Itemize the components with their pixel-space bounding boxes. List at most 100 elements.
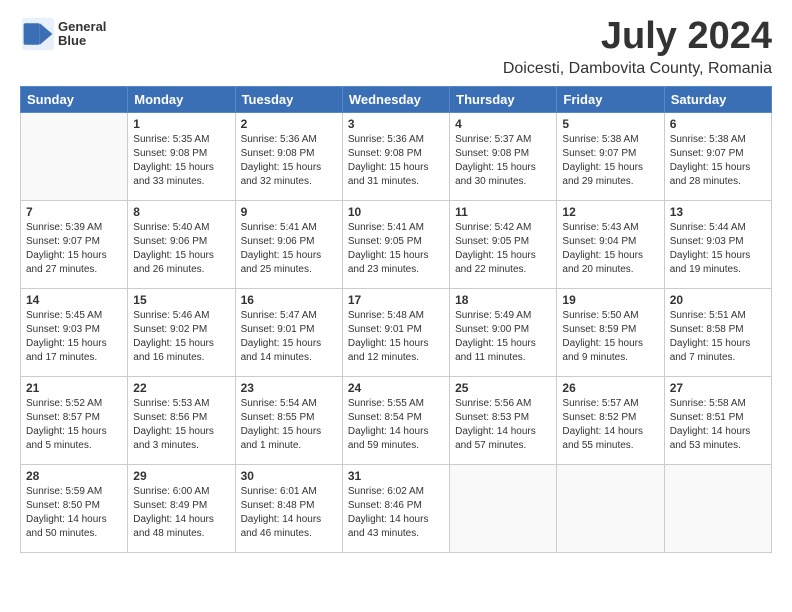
day-number: 24 [348,381,444,395]
day-info: Sunrise: 5:49 AM Sunset: 9:00 PM Dayligh… [455,309,551,365]
calendar-cell [450,464,557,552]
day-info: Sunrise: 5:42 AM Sunset: 9:05 PM Dayligh… [455,221,551,277]
weekday-header-tuesday: Tuesday [235,86,342,112]
calendar-cell: 1 Sunrise: 5:35 AM Sunset: 9:08 PM Daylig… [128,112,235,200]
weekday-header-friday: Friday [557,86,664,112]
day-number: 9 [241,205,337,219]
weekday-header-wednesday: Wednesday [342,86,449,112]
day-number: 22 [133,381,229,395]
day-number: 2 [241,117,337,131]
calendar-cell: 29 Sunrise: 6:00 AM Sunset: 8:49 PM Dayli… [128,464,235,552]
day-info: Sunrise: 6:00 AM Sunset: 8:49 PM Dayligh… [133,485,229,541]
day-number: 19 [562,293,658,307]
calendar-cell: 11 Sunrise: 5:42 AM Sunset: 9:05 PM Dayli… [450,200,557,288]
weekday-header-saturday: Saturday [664,86,771,112]
calendar-cell: 20 Sunrise: 5:51 AM Sunset: 8:58 PM Dayli… [664,288,771,376]
day-info: Sunrise: 5:46 AM Sunset: 9:02 PM Dayligh… [133,309,229,365]
calendar-cell: 28Sunrise: 5:59 AM Sunset: 8:50 PM Dayli… [21,464,128,552]
day-info: Sunrise: 5:41 AM Sunset: 9:05 PM Dayligh… [348,221,444,277]
day-info: Sunrise: 5:58 AM Sunset: 8:51 PM Dayligh… [670,397,766,453]
calendar-cell: 17Sunrise: 5:48 AM Sunset: 9:01 PM Dayli… [342,288,449,376]
day-number: 1 [133,117,229,131]
day-number: 3 [348,117,444,131]
weekday-header-row: SundayMondayTuesdayWednesdayThursdayFrid… [21,86,772,112]
day-number: 4 [455,117,551,131]
calendar-cell: 6 Sunrise: 5:38 AM Sunset: 9:07 PM Daylig… [664,112,771,200]
calendar-cell: 12Sunrise: 5:43 AM Sunset: 9:04 PM Dayli… [557,200,664,288]
subtitle: Doicesti, Dambovita County, Romania [503,60,772,78]
week-row-4: 21Sunrise: 5:52 AM Sunset: 8:57 PM Dayli… [21,376,772,464]
calendar-cell [664,464,771,552]
day-info: Sunrise: 5:54 AM Sunset: 8:55 PM Dayligh… [241,397,337,453]
calendar-cell: 25Sunrise: 5:56 AM Sunset: 8:53 PM Dayli… [450,376,557,464]
day-info: Sunrise: 5:55 AM Sunset: 8:54 PM Dayligh… [348,397,444,453]
day-number: 10 [348,205,444,219]
day-info: Sunrise: 5:38 AM Sunset: 9:07 PM Dayligh… [562,133,658,189]
main-title: July 2024 [503,16,772,58]
calendar-cell: 3 Sunrise: 5:36 AM Sunset: 9:08 PM Daylig… [342,112,449,200]
day-number: 16 [241,293,337,307]
day-number: 8 [133,205,229,219]
day-info: Sunrise: 5:51 AM Sunset: 8:58 PM Dayligh… [670,309,766,365]
day-number: 6 [670,117,766,131]
page: General Blue July 2024 Doicesti, Dambovi… [0,0,792,569]
day-info: Sunrise: 5:37 AM Sunset: 9:08 PM Dayligh… [455,133,551,189]
calendar-cell: 30 Sunrise: 6:01 AM Sunset: 8:48 PM Dayli… [235,464,342,552]
day-number: 15 [133,293,229,307]
day-number: 23 [241,381,337,395]
week-row-3: 14 Sunrise: 5:45 AM Sunset: 9:03 PM Dayli… [21,288,772,376]
calendar-cell: 7Sunrise: 5:39 AM Sunset: 9:07 PM Daylig… [21,200,128,288]
logo-icon [20,16,56,52]
day-number: 31 [348,469,444,483]
day-info: Sunrise: 5:53 AM Sunset: 8:56 PM Dayligh… [133,397,229,453]
day-info: Sunrise: 5:39 AM Sunset: 9:07 PM Dayligh… [26,221,122,277]
day-info: Sunrise: 5:36 AM Sunset: 9:08 PM Dayligh… [241,133,337,189]
day-info: Sunrise: 5:57 AM Sunset: 8:52 PM Dayligh… [562,397,658,453]
calendar-cell: 21Sunrise: 5:52 AM Sunset: 8:57 PM Dayli… [21,376,128,464]
week-row-5: 28Sunrise: 5:59 AM Sunset: 8:50 PM Dayli… [21,464,772,552]
day-info: Sunrise: 5:48 AM Sunset: 9:01 PM Dayligh… [348,309,444,365]
header: General Blue July 2024 Doicesti, Dambovi… [20,16,772,78]
calendar-cell: 9Sunrise: 5:41 AM Sunset: 9:06 PM Daylig… [235,200,342,288]
day-number: 30 [241,469,337,483]
day-info: Sunrise: 5:52 AM Sunset: 8:57 PM Dayligh… [26,397,122,453]
calendar-cell: 26 Sunrise: 5:57 AM Sunset: 8:52 PM Dayli… [557,376,664,464]
day-info: Sunrise: 5:40 AM Sunset: 9:06 PM Dayligh… [133,221,229,277]
day-info: Sunrise: 5:56 AM Sunset: 8:53 PM Dayligh… [455,397,551,453]
day-number: 5 [562,117,658,131]
logo: General Blue [20,16,106,52]
day-info: Sunrise: 6:01 AM Sunset: 8:48 PM Dayligh… [241,485,337,541]
calendar: SundayMondayTuesdayWednesdayThursdayFrid… [20,86,772,553]
day-info: Sunrise: 5:43 AM Sunset: 9:04 PM Dayligh… [562,221,658,277]
day-info: Sunrise: 5:44 AM Sunset: 9:03 PM Dayligh… [670,221,766,277]
week-row-2: 7Sunrise: 5:39 AM Sunset: 9:07 PM Daylig… [21,200,772,288]
calendar-cell: 24 Sunrise: 5:55 AM Sunset: 8:54 PM Dayli… [342,376,449,464]
weekday-header-monday: Monday [128,86,235,112]
calendar-cell: 13 Sunrise: 5:44 AM Sunset: 9:03 PM Dayli… [664,200,771,288]
weekday-header-sunday: Sunday [21,86,128,112]
logo-line2: Blue [58,34,106,48]
day-number: 26 [562,381,658,395]
calendar-cell: 18Sunrise: 5:49 AM Sunset: 9:00 PM Dayli… [450,288,557,376]
logo-text: General Blue [58,20,106,49]
day-info: Sunrise: 5:36 AM Sunset: 9:08 PM Dayligh… [348,133,444,189]
calendar-cell: 5 Sunrise: 5:38 AM Sunset: 9:07 PM Daylig… [557,112,664,200]
day-info: Sunrise: 5:35 AM Sunset: 9:08 PM Dayligh… [133,133,229,189]
day-info: Sunrise: 5:59 AM Sunset: 8:50 PM Dayligh… [26,485,122,541]
day-number: 11 [455,205,551,219]
calendar-cell: 10 Sunrise: 5:41 AM Sunset: 9:05 PM Dayli… [342,200,449,288]
calendar-cell: 15 Sunrise: 5:46 AM Sunset: 9:02 PM Dayli… [128,288,235,376]
day-number: 14 [26,293,122,307]
calendar-cell: 16 Sunrise: 5:47 AM Sunset: 9:01 PM Dayli… [235,288,342,376]
calendar-cell: 22 Sunrise: 5:53 AM Sunset: 8:56 PM Dayli… [128,376,235,464]
calendar-cell: 2 Sunrise: 5:36 AM Sunset: 9:08 PM Daylig… [235,112,342,200]
calendar-cell: 27 Sunrise: 5:58 AM Sunset: 8:51 PM Dayli… [664,376,771,464]
calendar-cell [557,464,664,552]
day-number: 20 [670,293,766,307]
day-number: 29 [133,469,229,483]
day-info: Sunrise: 5:47 AM Sunset: 9:01 PM Dayligh… [241,309,337,365]
day-number: 13 [670,205,766,219]
day-number: 27 [670,381,766,395]
day-info: Sunrise: 5:45 AM Sunset: 9:03 PM Dayligh… [26,309,122,365]
day-info: Sunrise: 5:38 AM Sunset: 9:07 PM Dayligh… [670,133,766,189]
